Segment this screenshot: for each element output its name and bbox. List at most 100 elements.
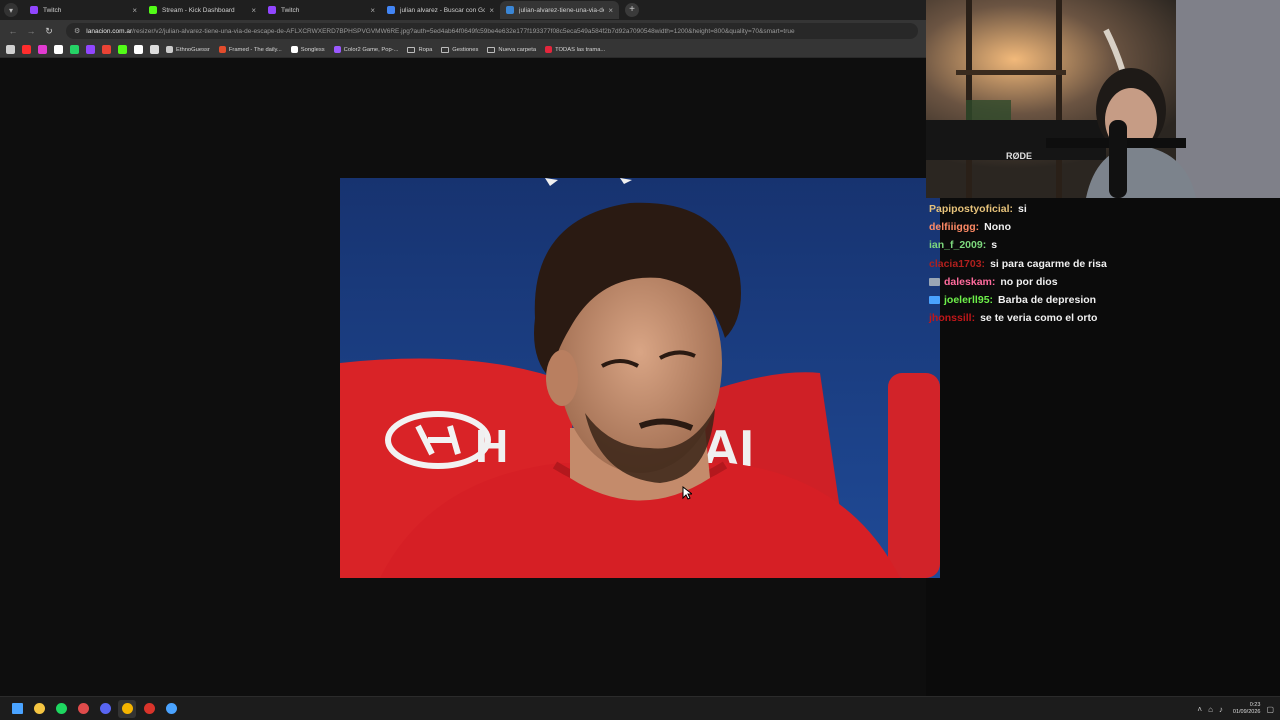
forward-icon[interactable]: → — [24, 26, 38, 36]
tab-close-icon[interactable]: × — [132, 6, 137, 15]
bookmark-item[interactable]: Color2 Game, Pop-... — [333, 46, 399, 53]
spotify-icon[interactable] — [52, 700, 70, 718]
browser-tab[interactable]: julian alvarez - Buscar con Goo × — [381, 1, 500, 19]
reload-icon[interactable]: ↻ — [42, 26, 56, 37]
bookmark-label: TODAS las trama... — [555, 46, 606, 53]
file-explorer-icon[interactable] — [30, 700, 48, 718]
tab-title: julian alvarez - Buscar con Goo — [400, 6, 486, 14]
chat-message: delfiiiggg: Nono — [929, 218, 1277, 236]
chrome-icon[interactable] — [118, 699, 136, 718]
tab-title: Twitch — [43, 6, 62, 14]
chat-message: joelerll95: Barba de depresion — [929, 291, 1277, 309]
bookmark-favicon-icon — [290, 46, 298, 53]
tab-close-icon[interactable]: × — [608, 6, 613, 15]
chat-username: Papipostyoficial: — [929, 203, 1014, 216]
chat-username: ian_f_2009: — [929, 239, 987, 252]
chat-message: clacia1703: si para cagarme de risa — [929, 255, 1277, 273]
bookmark-label: Color2 Game, Pop-... — [343, 46, 399, 53]
bookmark-favicon-icon[interactable] — [102, 45, 111, 54]
bookmark-favicon-icon[interactable] — [118, 45, 127, 54]
tab-title: Stream - Kick Dashboard — [162, 6, 235, 14]
tab-favicon-icon — [506, 6, 514, 14]
browser-tab[interactable]: Twitch × — [262, 1, 381, 19]
bookmark-favicon-icon[interactable] — [134, 45, 143, 54]
tab-search-button[interactable]: ▾ — [4, 3, 18, 17]
chat-username: daleskam: — [944, 275, 996, 288]
tab-close-icon[interactable]: × — [251, 6, 256, 15]
bookmark-favicon-icon — [166, 46, 173, 53]
tab-favicon-icon — [30, 6, 38, 14]
tab-close-icon[interactable]: × — [370, 6, 375, 15]
bookmark-folder[interactable]: Nueva carpeta — [487, 46, 536, 53]
volume-icon[interactable]: ♪ — [1219, 705, 1223, 714]
mouse-cursor-icon — [682, 486, 692, 500]
bookmark-folder[interactable]: Ropa — [407, 46, 433, 53]
browser-tab[interactable]: julian-alvarez-tiene-una-via-de × — [500, 1, 619, 19]
chat-text: si para cagarme de risa — [990, 257, 1107, 270]
chat-text: se te veria como el orto — [980, 312, 1098, 325]
bookmark-favicon-icon[interactable] — [22, 45, 31, 54]
svg-text:H: H — [475, 420, 508, 472]
bookmark-item[interactable]: Framed - The daily... — [218, 46, 282, 53]
windows-start-icon[interactable] — [8, 700, 26, 718]
tab-title: julian-alvarez-tiene-una-via-de — [519, 6, 605, 14]
clock[interactable]: 0:23 01/09/2026 — [1233, 702, 1261, 716]
chat-text: si — [1018, 203, 1027, 216]
app-refresh-icon[interactable] — [162, 700, 180, 718]
address-path: /resizer/v2/julian-alvarez-tiene-una-via… — [132, 27, 795, 35]
bookmark-item[interactable]: Songless — [290, 46, 325, 53]
site-info-icon[interactable]: ⚙ — [74, 27, 80, 35]
folder-icon — [407, 46, 416, 53]
windows-taskbar: ˄ ⌂ ♪ 0:23 01/09/2026 ▢ — [0, 696, 1280, 720]
bookmark-label: Framed - The daily... — [228, 46, 282, 53]
webcam-overlay: RØDE — [926, 0, 1280, 198]
bookmark-label: Songless — [300, 46, 325, 53]
app-news-icon[interactable] — [140, 700, 158, 718]
chat-overlay: Papipostyoficial: si delfiiiggg: Nono ian_f_… — [926, 198, 1280, 338]
chat-username: clacia1703: — [929, 257, 986, 270]
system-tray: ˄ ⌂ ♪ 0:23 01/09/2026 ▢ — [1197, 697, 1274, 720]
bookmark-item[interactable]: TODAS las trama... — [545, 46, 605, 53]
chat-badge-icon — [929, 277, 940, 286]
bookmark-folder[interactable]: Gestiones — [441, 46, 479, 53]
tray-overflow-icon[interactable]: ˄ — [1197, 705, 1202, 714]
browser-tab[interactable]: Stream - Kick Dashboard × — [143, 1, 262, 19]
tab-favicon-icon — [268, 6, 276, 14]
chat-text: s — [991, 239, 998, 252]
clock-time: 0:23 — [1249, 702, 1261, 708]
chat-text: Nono — [984, 221, 1011, 234]
bookmark-favicon-icon[interactable] — [6, 45, 15, 54]
bookmark-label: Gestiones — [452, 46, 479, 53]
chat-message: daleskam: no por dios — [929, 273, 1277, 291]
folder-icon — [487, 46, 496, 53]
bookmark-favicon-icon — [218, 46, 226, 53]
network-icon[interactable]: ⌂ — [1208, 705, 1213, 714]
back-icon[interactable]: ← — [6, 26, 20, 36]
tab-favicon-icon — [387, 6, 395, 14]
browser-toolbar: ← → ↻ ⚙ lanacion.com.ar /resizer/v2/juli… — [0, 20, 926, 42]
desktop: ▾ Twitch × Stream - Kick Dashboard × Twitch ×… — [0, 0, 1280, 720]
mic-brand-label: RØDE — [1006, 151, 1032, 161]
chat-text: Barba de depresion — [998, 294, 1097, 307]
bookmark-item[interactable]: EthnoGuessr — [166, 46, 210, 53]
chat-username: delfiiiggg: — [929, 221, 980, 234]
browser-tab-bar: ▾ Twitch × Stream - Kick Dashboard × Twitch ×… — [0, 0, 926, 20]
webcam-feed: RØDE — [926, 0, 1280, 198]
bookmark-favicon-icon[interactable] — [54, 45, 63, 54]
tab-close-icon[interactable]: × — [489, 6, 494, 15]
app-red-icon[interactable] — [74, 700, 92, 718]
address-bar[interactable]: ⚙ lanacion.com.ar /resizer/v2/julian-alv… — [66, 23, 918, 39]
bookmark-favicon-icon[interactable] — [70, 45, 79, 54]
bookmark-favicon-icon[interactable] — [38, 45, 47, 54]
browser-tab[interactable]: Twitch × — [24, 1, 143, 19]
notifications-icon[interactable]: ▢ — [1266, 705, 1274, 714]
article-image: H AI — [340, 178, 940, 578]
bookmark-favicon-icon[interactable] — [150, 45, 159, 54]
bookmark-label: Ropa — [418, 46, 433, 53]
address-host: lanacion.com.ar — [86, 27, 133, 35]
bookmark-favicon-icon[interactable] — [86, 45, 95, 54]
new-tab-button[interactable]: + — [625, 3, 639, 17]
chat-badge-icon — [929, 296, 940, 305]
bookmarks-bar: EthnoGuessr Framed - The daily... Songless… — [0, 42, 926, 58]
discord-icon[interactable] — [96, 700, 114, 718]
